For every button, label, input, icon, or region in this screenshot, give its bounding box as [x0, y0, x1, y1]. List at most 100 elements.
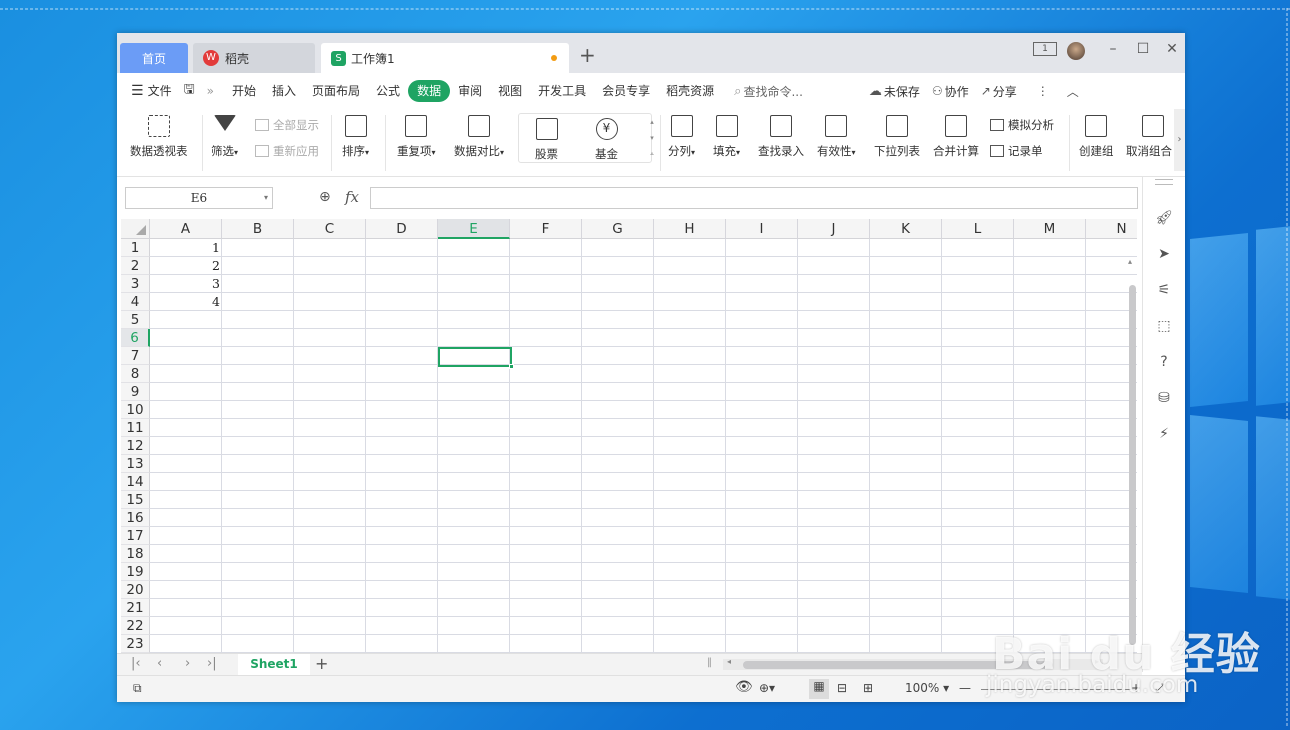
consolidate-button[interactable]: 合并计算 [933, 115, 979, 159]
reapply-button[interactable]: 重新应用 [255, 143, 319, 159]
tab-daoke[interactable]: W 稻壳 [193, 43, 315, 73]
lightning-icon[interactable]: ⚡ [1155, 425, 1173, 443]
scroll-up-icon[interactable]: ▴ [1128, 257, 1132, 266]
menu-formula[interactable]: 公式 [368, 80, 408, 102]
page-layout-view-icon[interactable]: ⊞ [863, 681, 873, 695]
zoom-search-icon[interactable]: ⊕ [319, 189, 331, 205]
name-box[interactable]: E6 ▾ [125, 187, 273, 209]
column-header-n[interactable]: N [1086, 219, 1137, 239]
row-header-10[interactable]: 10 [121, 401, 150, 419]
row-header-13[interactable]: 13 [121, 455, 150, 473]
ribbon-scroll-right-icon[interactable]: › [1174, 109, 1185, 171]
row-header-12[interactable]: 12 [121, 437, 150, 455]
row-header-9[interactable]: 9 [121, 383, 150, 401]
column-header-c[interactable]: C [294, 219, 366, 239]
save-icon[interactable]: 🖫 [184, 80, 195, 102]
gallery-scroll[interactable]: ▴ ▾ ⩡ [645, 114, 659, 164]
backup-icon[interactable]: ⛁ [1155, 389, 1173, 407]
function-icon[interactable]: fx [345, 188, 359, 206]
row-header-3[interactable]: 3 [121, 275, 150, 293]
formula-input[interactable] [370, 187, 1138, 209]
prev-sheet-icon[interactable]: ‹ [157, 656, 162, 671]
ungroup-button[interactable]: 取消组合 [1126, 115, 1176, 159]
row-header-18[interactable]: 18 [121, 545, 150, 563]
unsaved-button[interactable]: 未保存 [884, 83, 920, 100]
data-compare-button[interactable]: 数据对比▾ [454, 115, 504, 159]
row-header-17[interactable]: 17 [121, 527, 150, 545]
stock-button[interactable]: 股票 [535, 118, 558, 162]
fill-handle[interactable] [509, 364, 514, 369]
row-header-22[interactable]: 22 [121, 617, 150, 635]
row-header-4[interactable]: 4 [121, 293, 150, 311]
name-box-dropdown-icon[interactable]: ▾ [264, 188, 268, 208]
hamburger-icon[interactable]: ☰ [131, 83, 144, 99]
column-header-k[interactable]: K [870, 219, 942, 239]
first-sheet-icon[interactable]: |‹ [131, 656, 141, 671]
menu-member[interactable]: 会员专享 [594, 80, 658, 102]
vertical-scroll-thumb[interactable] [1129, 285, 1136, 645]
eye-protection-icon[interactable]: 👁︎ [735, 679, 753, 695]
sort-button[interactable]: 排序▾ [342, 115, 369, 159]
page-break-view-icon[interactable]: ⊟ [837, 681, 847, 695]
row-header-11[interactable]: 11 [121, 419, 150, 437]
zoom-level[interactable]: 100% ▾ [905, 681, 949, 695]
spreadsheet-grid[interactable]: ABCDEFGHIJKLMN 1 2 3 4 5 6 7 8 9 10 11 12 13 14 15 16 17… [121, 219, 1137, 653]
sheet-tab-sheet1[interactable]: Sheet1 [238, 654, 310, 675]
validity-button[interactable]: 有效性▾ [817, 115, 856, 159]
reading-mode-icon[interactable]: ⊕▾ [759, 681, 775, 695]
create-group-button[interactable]: 创建组 [1079, 115, 1114, 159]
menu-insert[interactable]: 插入 [264, 80, 304, 102]
column-header-d[interactable]: D [366, 219, 438, 239]
menu-file[interactable]: 文件 [144, 80, 180, 102]
collab-button[interactable]: 协作 [945, 83, 969, 100]
split-handle-icon[interactable]: ‖ [707, 657, 712, 668]
scroll-left-icon[interactable]: ◂ [727, 657, 731, 666]
record-form-button[interactable]: 记录单 [990, 143, 1043, 159]
menu-page-layout[interactable]: 页面布局 [304, 80, 368, 102]
column-header-m[interactable]: M [1014, 219, 1086, 239]
split-column-button[interactable]: 分列▾ [668, 115, 695, 159]
cell-a3[interactable]: 3 [150, 275, 222, 293]
next-sheet-icon[interactable]: › [185, 656, 190, 671]
maximize-icon[interactable]: ☐ [1133, 41, 1153, 57]
column-header-e[interactable]: E [438, 219, 510, 239]
close-icon[interactable]: ✕ [1162, 41, 1182, 57]
zoom-out-icon[interactable]: — [959, 681, 971, 695]
column-header-a[interactable]: A [150, 219, 222, 239]
more-chevron-icon[interactable]: » [207, 84, 214, 98]
row-header-15[interactable]: 15 [121, 491, 150, 509]
row-header-20[interactable]: 20 [121, 581, 150, 599]
dropdown-list-button[interactable]: 下拉列表 [874, 115, 920, 159]
menu-data[interactable]: 数据 [408, 80, 451, 102]
fund-button[interactable]: ¥ 基金 [595, 118, 618, 162]
row-header-23[interactable]: 23 [121, 635, 150, 653]
menu-review[interactable]: 审阅 [450, 80, 490, 102]
macro-record-icon[interactable]: ⧉ [133, 681, 142, 696]
filter-button[interactable]: 筛选▾ [211, 115, 238, 159]
row-header-14[interactable]: 14 [121, 473, 150, 491]
row-header-1[interactable]: 1 [121, 239, 150, 257]
share-button[interactable]: 分享 [993, 83, 1017, 100]
pivot-panel-icon[interactable]: ⬚ [1155, 317, 1173, 335]
show-all-button[interactable]: 全部显示 [255, 117, 319, 133]
column-header-f[interactable]: F [510, 219, 582, 239]
collapse-ribbon-icon[interactable]: ︿ [1067, 83, 1079, 100]
menu-developer[interactable]: 开发工具 [530, 80, 594, 102]
row-header-8[interactable]: 8 [121, 365, 150, 383]
lookup-entry-button[interactable]: 查找录入 [758, 115, 804, 159]
row-header-19[interactable]: 19 [121, 563, 150, 581]
column-header-b[interactable]: B [222, 219, 294, 239]
window-layout-icon[interactable]: 1 [1033, 42, 1057, 56]
help-icon[interactable]: ? [1155, 353, 1173, 371]
duplicates-button[interactable]: 重复项▾ [397, 115, 436, 159]
tab-workbook[interactable]: S 工作簿1 [321, 43, 569, 73]
column-header-i[interactable]: I [726, 219, 798, 239]
rocket-icon[interactable]: 🚀︎ [1155, 209, 1173, 227]
row-header-6[interactable]: 6 [121, 329, 150, 347]
column-header-h[interactable]: H [654, 219, 726, 239]
new-tab-button[interactable]: + [579, 45, 596, 65]
cell-a4[interactable]: 4 [150, 293, 222, 311]
select-all-corner[interactable] [121, 219, 150, 239]
cell-a2[interactable]: 2 [150, 257, 222, 275]
row-header-2[interactable]: 2 [121, 257, 150, 275]
